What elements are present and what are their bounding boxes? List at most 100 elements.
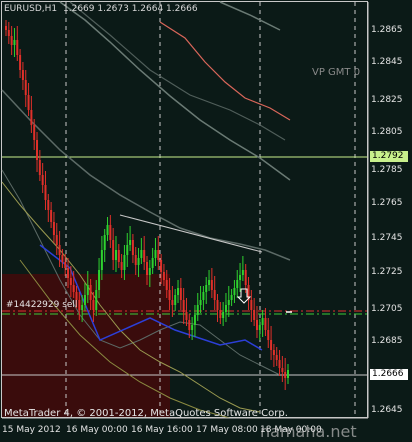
candle-body [129,240,132,245]
candle-body [100,250,103,270]
vp-label: VP GMT 0 [312,67,361,78]
candle-body [182,300,185,312]
candle-body [137,258,140,265]
candle-body [92,300,95,310]
candle-body [261,318,264,325]
red-zone [2,274,170,417]
time-tick: 17 May 08:00 [196,425,258,435]
candle-body [126,245,129,255]
candle-body [202,292,205,300]
candle-body [140,250,143,258]
candle-body [239,275,242,280]
candle-body [253,310,256,320]
candle-body [210,280,213,290]
candle-body [267,330,270,340]
price-tick: 1.2705 [371,304,403,314]
candle-body [233,288,236,295]
candle-body [114,250,117,260]
candle-body [64,262,67,268]
candle-body [36,140,39,160]
copyright-text: MetaTrader 4, © 2001-2012, MetaQuotes So… [4,408,288,419]
candle-body [27,95,30,110]
candle-body [160,260,163,272]
candle-body [16,40,19,55]
candle-body [98,270,101,290]
candle-body [179,288,182,300]
candle-body [162,272,165,280]
candle-body [264,318,267,330]
candle-body [227,300,230,305]
candle-body [117,250,120,262]
candle-body [7,30,10,36]
ohlc-text: 1.2669 1.2673 1.2664 1.2666 [63,4,198,14]
candle-body [123,255,126,270]
candle-body [185,312,188,320]
level-price-box: 1.2792 [370,151,408,162]
candle-body [69,278,72,285]
price-tick: 1.2765 [371,198,403,208]
price-tick: 1.2825 [371,95,403,105]
candle-body [86,285,89,295]
candle-body [10,36,13,45]
candle-body [19,55,22,70]
candle-body [272,350,275,355]
candle-body [250,300,253,310]
candle-body [224,305,227,312]
candle-body [275,355,278,360]
candle-body [109,225,112,240]
candle-body [38,160,41,175]
candle-body [24,80,27,95]
candle-body [143,250,146,262]
candle-body [61,255,64,262]
candle-body [154,250,157,258]
candle-body [241,270,244,275]
candle-body [146,262,148,275]
candle-body [270,340,273,350]
candle-body [244,270,247,285]
candle-body [193,315,196,325]
candle-body [205,285,208,292]
price-tick: 1.2685 [371,336,403,346]
candle-body [157,250,160,260]
candle-body [255,320,258,330]
current-price-box: 1.2666 [370,369,408,380]
candle-body [67,268,70,278]
candle-body [52,222,55,235]
candle-body [47,200,50,210]
candle-body [191,325,194,330]
time-tick: 15 May 2012 [2,425,61,435]
candle-body [44,185,47,200]
candle-body [281,368,284,372]
candle-body [5,26,7,30]
time-tick: 16 May 00:00 [66,425,128,435]
candle-body [171,300,174,305]
candle-body [287,370,289,378]
candle-body [219,310,222,318]
price-tick: 1.2725 [371,267,403,277]
candle-body [174,295,177,305]
candle-body [208,280,211,285]
candle-body [78,300,81,310]
candle-body [33,125,36,140]
candle-body [216,300,219,310]
candle-body [134,255,137,265]
candle-body [58,245,61,255]
candle-body [103,235,106,250]
price-tick: 1.2745 [371,233,403,243]
candle-body [222,312,225,318]
candle-body [230,295,233,300]
candle-body [112,240,115,260]
candle-body [236,280,239,288]
candle-body [188,320,191,330]
candle-body [89,285,92,300]
candle-body [75,292,78,300]
candle-body [196,305,199,315]
time-tick: 18 May 00:00 [260,425,322,435]
price-tick: 1.2845 [371,57,403,67]
candle-body [168,290,171,300]
candle-body [131,240,134,255]
candle-body [151,258,154,268]
symbol-text: EURUSD,H1 [4,4,58,14]
order-label: #14422929 sell [6,300,78,310]
candle-body [165,280,168,290]
